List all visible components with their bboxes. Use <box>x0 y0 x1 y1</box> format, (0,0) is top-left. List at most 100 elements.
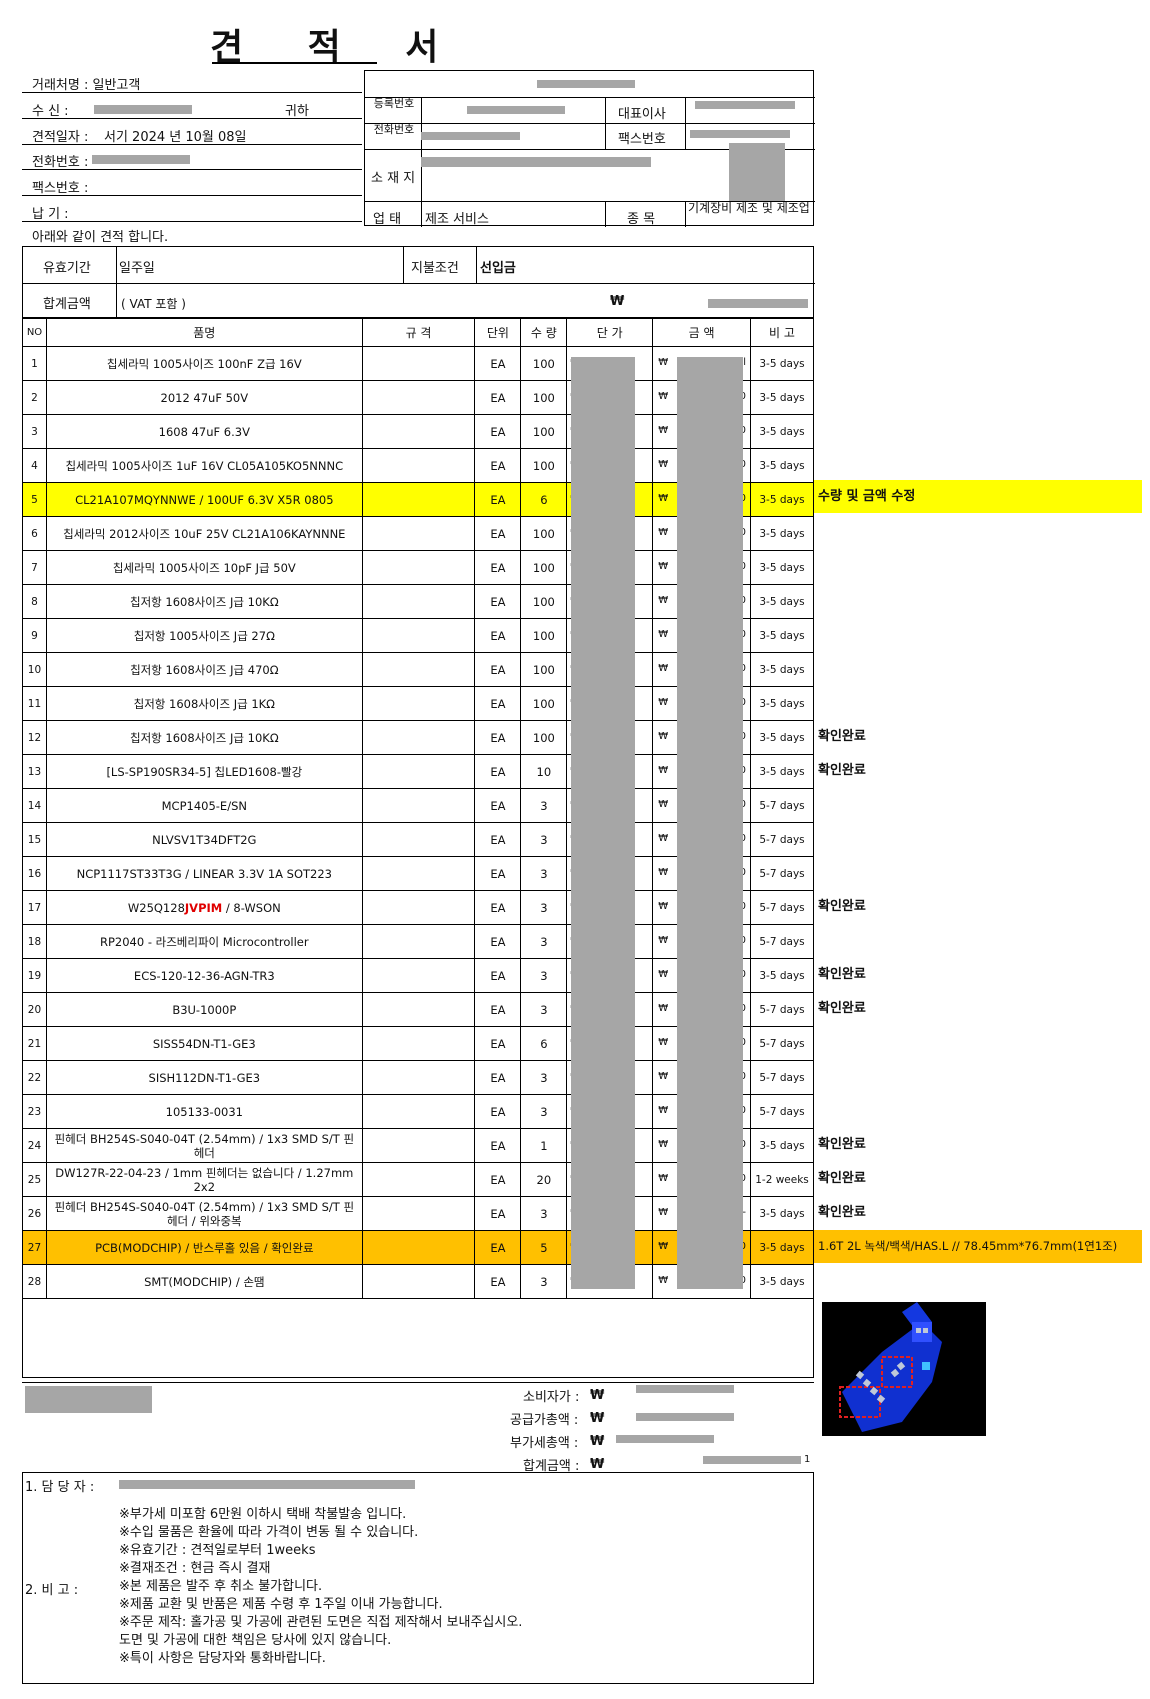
cell-spec <box>361 720 476 755</box>
cell-item-name: 2012 47uF 50V <box>45 380 363 415</box>
cell-no: 18 <box>22 924 47 959</box>
cell-item-name: SISH112DN-T1-GE3 <box>45 1060 363 1095</box>
cell-unit: EA <box>474 584 522 619</box>
cell-lead-time: 3-5 days <box>750 516 814 551</box>
dealer-label: 거래처명 : 일반고객 <box>32 78 141 93</box>
cell-lead-time: 5-7 days <box>750 890 814 925</box>
won-symbol: ₩ <box>590 1434 605 1449</box>
note-line: ※특이 사항은 담당자와 통화바랍니다. <box>119 1651 326 1666</box>
cell-spec <box>361 380 476 415</box>
table-empty-row <box>22 1298 815 1378</box>
cell-item-name: 칩세라믹 1005사이즈 1uF 16V CL05A105KO5NNNC <box>45 448 363 483</box>
cell-unit: EA <box>474 652 522 687</box>
redacted-seal <box>729 143 785 201</box>
item-label: 종 목 <box>627 212 656 227</box>
redacted-supply <box>636 1413 734 1421</box>
row-remark: 수량 및 금액 수정 <box>814 480 1142 513</box>
manager-label: 1. 담 당 자 : <box>25 1480 95 1495</box>
supply-label: 공급가총액 : <box>510 1413 579 1428</box>
column-header: 수 량 <box>520 318 568 347</box>
cell-no: 17 <box>22 890 47 925</box>
cell-item-name: 핀헤더 BH254S-S040-04T (2.54mm) / 1x3 SMD S… <box>45 1128 363 1163</box>
cell-item-name: B3U-1000P <box>45 992 363 1027</box>
note-line: ※주문 제작: 홀가공 및 가공에 관련된 도면은 직접 제작해서 보내주십시오… <box>119 1615 523 1630</box>
redacted-amounts <box>677 357 743 1289</box>
date-value: 서기 2024 년 10월 08일 <box>104 130 247 145</box>
cell-spec <box>361 652 476 687</box>
note-line: ※결재조건 : 현금 즉시 결재 <box>119 1561 271 1576</box>
cell-no: 26 <box>22 1196 47 1231</box>
cell-unit: EA <box>474 482 522 517</box>
cell-item-name: W25Q128JVPIM / 8-WSON <box>45 890 363 925</box>
cell-no: 22 <box>22 1060 47 1095</box>
cell-no: 7 <box>22 550 47 585</box>
consumer-label: 소비자가 : <box>523 1390 580 1405</box>
to-suffix: 귀하 <box>285 104 309 119</box>
validity-label: 유효기간 <box>43 261 91 276</box>
cell-item-name: 105133-0031 <box>45 1094 363 1129</box>
cell-no: 14 <box>22 788 47 823</box>
supplier-fax-label: 팩스번호 <box>618 132 666 147</box>
fax-label: 팩스번호 : <box>32 181 89 196</box>
cell-lead-time: 3-5 days <box>750 448 814 483</box>
terms-box: 유효기간 일주일 지불조건 선입금 합계금액 ( VAT 포함 ) ₩ <box>22 246 815 319</box>
title-underline <box>212 62 377 64</box>
cell-qty: 3 <box>520 992 568 1027</box>
remarks-label: 2. 비 고 : <box>25 1583 79 1598</box>
cell-item-name: 칩세라믹 2012사이즈 10uF 25V CL21A106KAYNNNE <box>45 516 363 551</box>
delivery-label: 납 기 : <box>32 207 69 222</box>
cell-qty: 3 <box>520 1264 568 1299</box>
note-line: ※부가세 미포함 6만원 이하시 택배 착불발송 입니다. <box>119 1507 407 1522</box>
cell-lead-time: 5-7 days <box>750 822 814 857</box>
cell-spec <box>361 1264 476 1299</box>
row-remark: 확인완료 <box>818 729 866 744</box>
cell-no: 10 <box>22 652 47 687</box>
cell-no: 13 <box>22 754 47 789</box>
cell-unit: EA <box>474 856 522 891</box>
cell-qty: 100 <box>520 584 568 619</box>
cell-item-name: 칩저항 1608사이즈 J급 470Ω <box>45 652 363 687</box>
cell-item-name: MCP1405-E/SN <box>45 788 363 823</box>
cell-item-name: SISS54DN-T1-GE3 <box>45 1026 363 1061</box>
cell-unit: EA <box>474 1094 522 1129</box>
column-header: 단위 <box>474 318 522 347</box>
divider <box>22 1382 814 1383</box>
cell-item-name: ECS-120-12-36-AGN-TR3 <box>45 958 363 993</box>
cell-unit: EA <box>474 1128 522 1163</box>
cell-spec <box>361 516 476 551</box>
cell-unit: EA <box>474 1230 522 1265</box>
cell-unit: EA <box>474 550 522 585</box>
cell-qty: 100 <box>520 720 568 755</box>
cell-item-name: 칩세라믹 1005사이즈 100nF Z급 16V <box>45 346 363 381</box>
cell-qty: 6 <box>520 482 568 517</box>
cell-lead-time: 3-5 days <box>750 414 814 449</box>
cell-no: 8 <box>22 584 47 619</box>
divider <box>22 195 362 196</box>
cell-qty: 3 <box>520 890 568 925</box>
biz-label: 업 태 <box>373 212 402 227</box>
cell-lead-time: 3-5 days <box>750 686 814 721</box>
cell-lead-time: 5-7 days <box>750 992 814 1027</box>
cell-no: 20 <box>22 992 47 1027</box>
cell-lead-time: 3-5 days <box>750 1196 814 1231</box>
cell-spec <box>361 686 476 721</box>
redacted-sum <box>703 1456 801 1464</box>
dealer-value: 일반고객 <box>92 78 141 93</box>
cell-no: 12 <box>22 720 47 755</box>
row-remark: 확인완료 <box>818 899 866 914</box>
cell-spec <box>361 1230 476 1265</box>
addr-label: 소 재 지 <box>371 171 416 186</box>
cell-no: 16 <box>22 856 47 891</box>
cell-qty: 3 <box>520 856 568 891</box>
cell-item-name: [LS-SP190SR34-5] 칩LED1608-빨강 <box>45 754 363 789</box>
cell-spec <box>361 448 476 483</box>
redacted-vat <box>616 1435 714 1443</box>
cell-spec <box>361 992 476 1027</box>
note-line: ※제품 교환 및 반품은 제품 수령 후 1주일 이내 가능합니다. <box>119 1597 443 1612</box>
cell-no: 11 <box>22 686 47 721</box>
cell-lead-time: 3-5 days <box>750 652 814 687</box>
cell-unit: EA <box>474 1026 522 1061</box>
sum-tail: 1 <box>804 1454 811 1465</box>
cell-unit: EA <box>474 1060 522 1095</box>
cell-no: 25 <box>22 1162 47 1197</box>
